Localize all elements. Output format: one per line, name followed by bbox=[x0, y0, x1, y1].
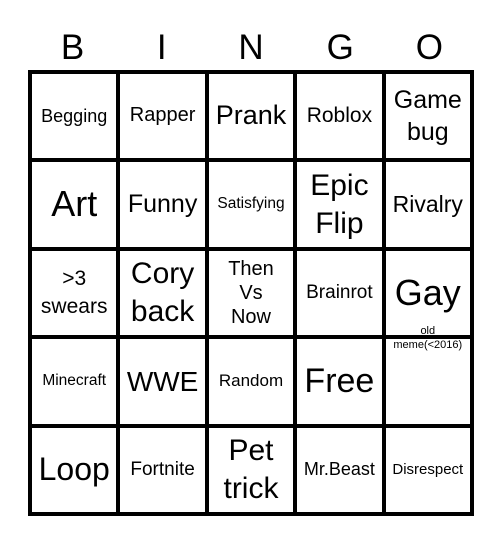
bingo-cell[interactable]: Minecraft bbox=[30, 337, 119, 426]
cell-text: WWE bbox=[126, 365, 199, 397]
bingo-cell[interactable]: >3 swears bbox=[30, 248, 119, 338]
cell-text: Begging bbox=[41, 105, 108, 126]
cell-text: Satisfying bbox=[217, 195, 285, 213]
bingo-cell[interactable]: Fortnite bbox=[118, 425, 207, 514]
cell-text: >3 swears bbox=[40, 266, 108, 318]
header-letter-b: B bbox=[60, 28, 85, 67]
header-letter-n: N bbox=[238, 28, 264, 67]
bingo-cell[interactable]: Disrespect bbox=[383, 425, 472, 514]
cell-text: Brainrot bbox=[306, 281, 373, 303]
cell-text: Loop bbox=[38, 450, 110, 487]
bingo-cell[interactable]: Satisfying bbox=[206, 160, 296, 249]
cell-text: Mr.Beast bbox=[303, 459, 375, 480]
cell-text: Funny bbox=[127, 189, 198, 218]
bingo-cell[interactable]: Funny bbox=[118, 160, 207, 249]
cell-text: Random bbox=[218, 371, 284, 391]
bingo-cell[interactable]: Mr.Beast bbox=[295, 425, 384, 514]
header-letter-o: O bbox=[415, 28, 443, 67]
bingo-cell[interactable]: Loop bbox=[30, 425, 119, 514]
header-letter-i: I bbox=[156, 28, 167, 67]
bingo-cell[interactable]: Cory back bbox=[118, 248, 207, 338]
cell-text: Cory back bbox=[130, 257, 195, 328]
bingo-cell[interactable]: Epic Flip bbox=[295, 160, 384, 249]
bingo-cell[interactable]: Then Vs Now bbox=[206, 248, 296, 338]
cell-text: Pet trick bbox=[223, 434, 279, 505]
bingo-cell[interactable]: Pet trick bbox=[206, 425, 296, 514]
bingo-cell[interactable]: WWE bbox=[118, 337, 207, 426]
cell-text: Roblox bbox=[306, 103, 373, 127]
cell-text: Then Vs Now bbox=[228, 257, 274, 328]
cell-text: Rivalry bbox=[392, 191, 463, 218]
cell-text: Gay bbox=[394, 271, 461, 313]
cell-text: Epic Flip bbox=[310, 169, 369, 240]
header-letter-g: G bbox=[326, 28, 354, 67]
cell-text: Prank bbox=[215, 100, 287, 131]
cell-text: Fortnite bbox=[130, 458, 195, 480]
bingo-cell[interactable]: Brainrot bbox=[295, 248, 384, 338]
cell-text: Disrespect bbox=[392, 460, 464, 478]
cell-text: Free bbox=[304, 362, 375, 401]
bingo-header: B I N G O bbox=[28, 26, 474, 70]
bingo-cell[interactable]: Prank bbox=[206, 72, 296, 161]
bingo-cell[interactable]: Roblox bbox=[295, 72, 384, 161]
bingo-cell[interactable]: Gay bbox=[383, 248, 472, 338]
bingo-cell[interactable]: Game bug bbox=[383, 72, 472, 161]
bingo-cell[interactable]: Art bbox=[30, 160, 119, 249]
bingo-cell[interactable]: Rapper bbox=[118, 72, 207, 161]
cell-text: Art bbox=[51, 183, 98, 225]
bingo-board: Begging Rapper Prank Roblox Game bug Art… bbox=[28, 70, 474, 516]
bingo-cell[interactable]: Begging bbox=[30, 72, 119, 161]
cell-text: Rapper bbox=[129, 104, 196, 127]
free-space-cell[interactable]: Free bbox=[295, 337, 384, 426]
cell-text: old meme(<2016) bbox=[393, 325, 463, 351]
bingo-cell[interactable]: old meme(<2016) bbox=[383, 325, 472, 426]
bingo-cell[interactable]: Rivalry bbox=[383, 160, 472, 249]
cell-text: Game bug bbox=[393, 85, 462, 147]
cell-text: Minecraft bbox=[42, 372, 107, 390]
bingo-cell[interactable]: Random bbox=[206, 337, 296, 426]
